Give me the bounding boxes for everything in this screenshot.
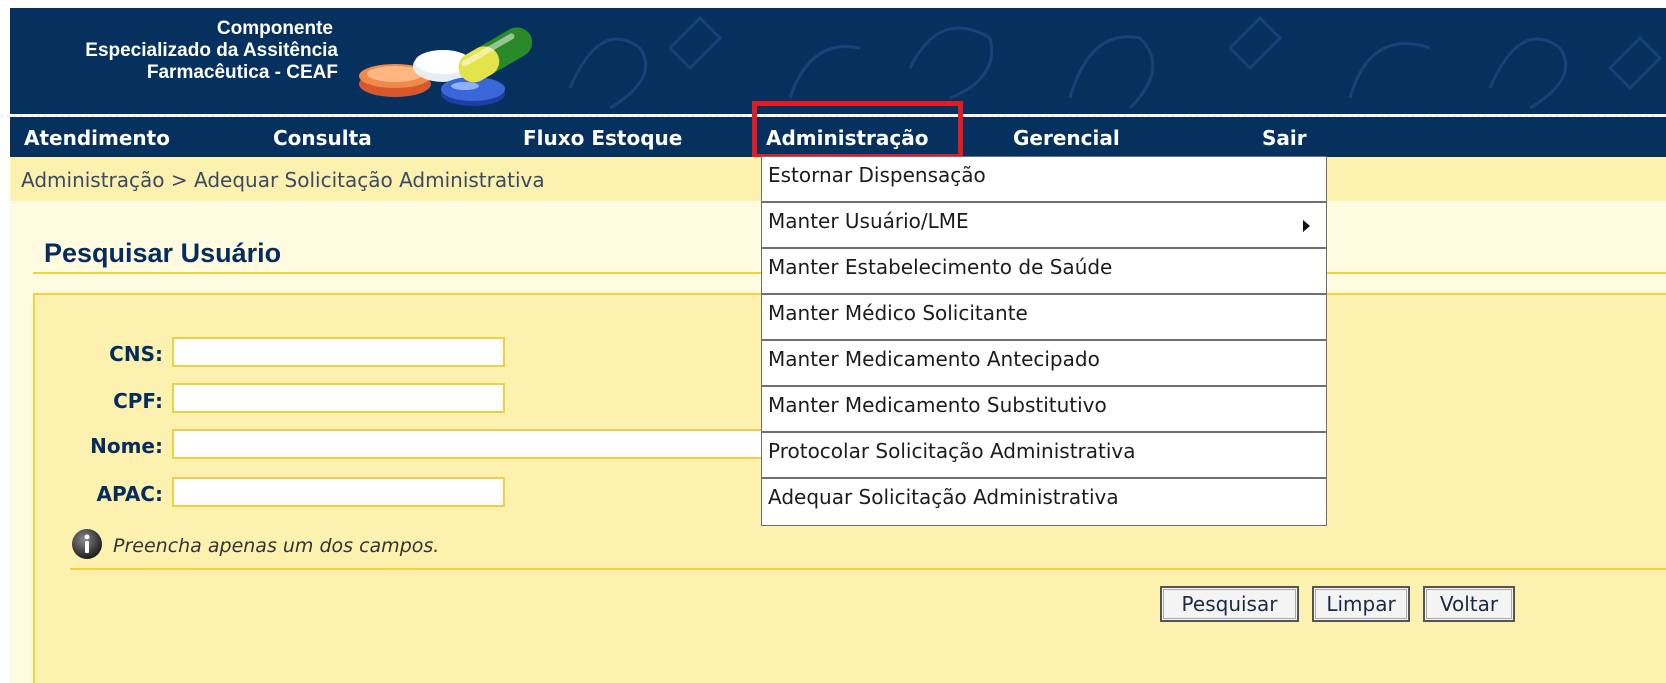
menu-item-protocolar-solicitacao[interactable]: Protocolar Solicitação Administrativa	[762, 433, 1326, 479]
cns-label: CNS:	[109, 342, 163, 366]
logo-line-2: Especializado da Assitência	[85, 40, 338, 61]
menu-item-label: Adequar Solicitação Administrativa	[768, 485, 1119, 509]
pills-logo-icon	[359, 27, 533, 106]
nome-input[interactable]	[172, 429, 767, 459]
menu-item-adequar-solicitacao[interactable]: Adequar Solicitação Administrativa	[762, 479, 1326, 525]
breadcrumb: Administração > Adequar Solicitação Admi…	[21, 168, 545, 192]
menu-item-manter-medicamento-substitutivo[interactable]: Manter Medicamento Substitutivo	[762, 387, 1326, 433]
menu-item-manter-estabelecimento[interactable]: Manter Estabelecimento de Saúde	[762, 249, 1326, 295]
menu-item-label: Manter Estabelecimento de Saúde	[768, 255, 1113, 279]
nav-consulta[interactable]: Consulta	[273, 126, 372, 150]
menu-item-label: Protocolar Solicitação Administrativa	[768, 439, 1136, 463]
main-nav: Atendimento Consulta Fluxo Estoque Admin…	[10, 117, 1666, 157]
cpf-input[interactable]	[172, 383, 505, 413]
nav-sair[interactable]: Sair	[1262, 126, 1307, 150]
menu-item-manter-medico-solicitante[interactable]: Manter Médico Solicitante	[762, 295, 1326, 341]
logo-line-1: Componente	[216, 18, 333, 39]
menu-item-label: Manter Usuário/LME	[768, 209, 969, 233]
menu-item-manter-medicamento-antecipado[interactable]: Manter Medicamento Antecipado	[762, 341, 1326, 387]
apac-input[interactable]	[172, 477, 505, 507]
logo-line-3: Farmacêutica - CEAF	[146, 62, 338, 83]
menu-item-manter-usuario-lme[interactable]: Manter Usuário/LME	[762, 203, 1326, 249]
apac-label: APAC:	[96, 482, 163, 506]
page-title: Pesquisar Usuário	[44, 238, 282, 268]
menu-item-label: Manter Médico Solicitante	[768, 301, 1028, 325]
nav-atendimento[interactable]: Atendimento	[24, 126, 170, 150]
cpf-label: CPF:	[113, 389, 163, 413]
menu-item-label: Estornar Dispensação	[768, 163, 986, 187]
header-banner: Componente Especializado da Assitência F…	[10, 8, 1666, 114]
form-divider	[70, 568, 1666, 570]
hint-text: Preencha apenas um dos campos.	[113, 535, 440, 557]
nav-fluxo-estoque[interactable]: Fluxo Estoque	[523, 126, 682, 150]
nav-administracao[interactable]: Administração	[766, 126, 929, 150]
search-button[interactable]: Pesquisar	[1160, 586, 1299, 622]
nav-gerencial[interactable]: Gerencial	[1013, 126, 1120, 150]
nome-label: Nome:	[90, 434, 163, 458]
administracao-dropdown-menu: Estornar Dispensação Manter Usuário/LME …	[761, 156, 1327, 526]
info-icon	[72, 529, 102, 559]
menu-item-label: Manter Medicamento Substitutivo	[768, 393, 1107, 417]
clear-button[interactable]: Limpar	[1312, 586, 1410, 622]
menu-item-estornar-dispensacao[interactable]: Estornar Dispensação	[762, 157, 1326, 203]
back-button[interactable]: Voltar	[1423, 586, 1515, 622]
menu-item-label: Manter Medicamento Antecipado	[768, 347, 1100, 371]
cns-input[interactable]	[172, 337, 505, 367]
logo-text: Componente Especializado da Assitência F…	[10, 18, 338, 84]
submenu-arrow-icon	[1303, 220, 1310, 232]
